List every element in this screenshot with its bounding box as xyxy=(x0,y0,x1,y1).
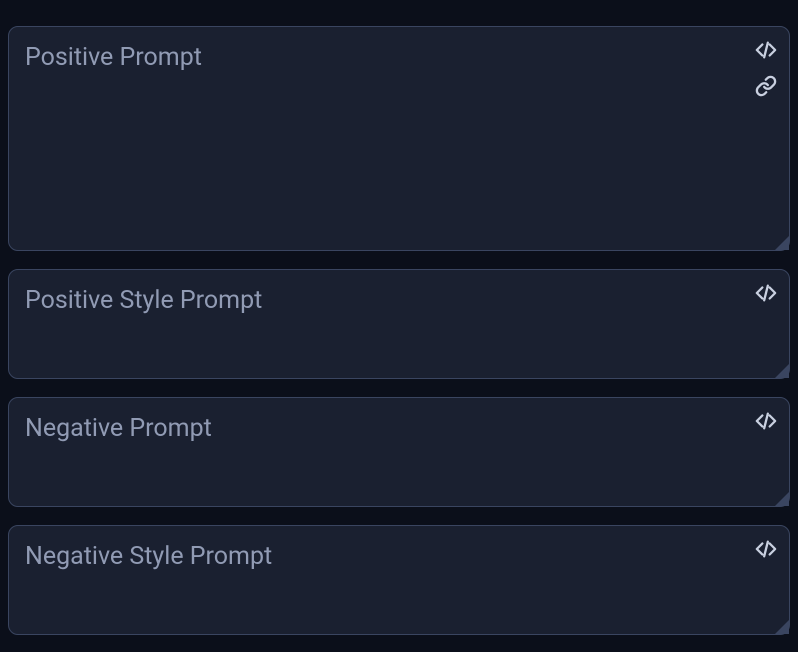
resize-handle[interactable] xyxy=(775,236,789,250)
code-icon[interactable] xyxy=(755,282,777,304)
positive-style-prompt-box xyxy=(8,269,790,379)
positive-prompt-icons xyxy=(755,39,777,97)
negative-prompt-input[interactable] xyxy=(9,398,789,506)
resize-handle[interactable] xyxy=(775,364,789,378)
prompt-container xyxy=(8,8,790,635)
positive-style-prompt-icons xyxy=(755,282,777,304)
positive-prompt-input[interactable] xyxy=(9,27,789,250)
negative-prompt-icons xyxy=(755,410,777,432)
link-icon[interactable] xyxy=(755,75,777,97)
negative-style-prompt-icons xyxy=(755,538,777,560)
positive-style-prompt-input[interactable] xyxy=(9,270,789,378)
code-icon[interactable] xyxy=(755,538,777,560)
negative-prompt-box xyxy=(8,397,790,507)
negative-style-prompt-input[interactable] xyxy=(9,526,789,634)
resize-handle[interactable] xyxy=(775,620,789,634)
code-icon[interactable] xyxy=(755,39,777,61)
code-icon[interactable] xyxy=(755,410,777,432)
positive-prompt-box xyxy=(8,26,790,251)
negative-style-prompt-box xyxy=(8,525,790,635)
resize-handle[interactable] xyxy=(775,492,789,506)
